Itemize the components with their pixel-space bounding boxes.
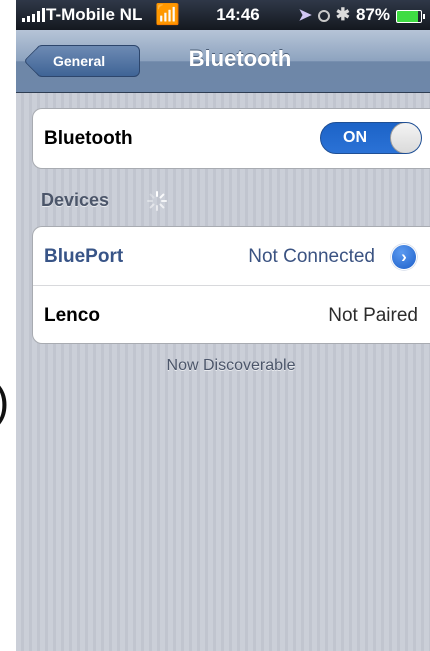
toggle-state-label: ON [343, 129, 367, 146]
device-name: Lenco [44, 305, 100, 326]
bluetooth-icon: ✱ [335, 5, 350, 24]
devices-group: BluePort Not Connected › Lenco Not Paire… [32, 226, 430, 344]
bluetooth-toggle[interactable]: ON [320, 122, 422, 154]
bluetooth-row: Bluetooth ON [33, 109, 430, 167]
disclosure-icon[interactable]: › [391, 244, 417, 270]
bluetooth-label: Bluetooth [44, 128, 133, 149]
battery-percent: 87% [355, 5, 390, 24]
back-button[interactable]: General [36, 45, 140, 77]
page-title: Bluetooth [188, 46, 292, 71]
status-right-group: ➤ ✱ 87% [298, 5, 425, 25]
lock-icon [317, 10, 330, 22]
battery-icon [396, 9, 425, 23]
wifi-icon: 📶 [155, 4, 180, 26]
status-time: 14:46 [216, 5, 260, 24]
spinner-icon [147, 191, 167, 211]
location-icon: ➤ [298, 7, 312, 24]
stray-parenthesis: ) [0, 378, 9, 424]
carrier-name: T-Mobile NL [46, 5, 143, 24]
devices-section-header: Devices [41, 190, 110, 210]
navigation-bar: General Bluetooth [16, 30, 430, 93]
device-status: Not Connected [248, 246, 375, 267]
device-row-blueport[interactable]: BluePort Not Connected › [33, 227, 430, 285]
device-name: BluePort [44, 246, 124, 267]
device-status: Not Paired [328, 305, 418, 326]
device-row-lenco[interactable]: Lenco Not Paired [33, 285, 430, 343]
signal-icon [22, 8, 45, 22]
toggle-knob [390, 123, 421, 153]
back-button-label: General [53, 53, 106, 69]
status-bar: T-Mobile NL 📶 14:46 ➤ ✱ 87% [16, 0, 430, 30]
bluetooth-settings-group: Bluetooth ON [32, 108, 430, 169]
phone-screen: T-Mobile NL 📶 14:46 ➤ ✱ 87% General Blue… [16, 0, 430, 651]
discoverable-status: Now Discoverable [166, 357, 296, 374]
